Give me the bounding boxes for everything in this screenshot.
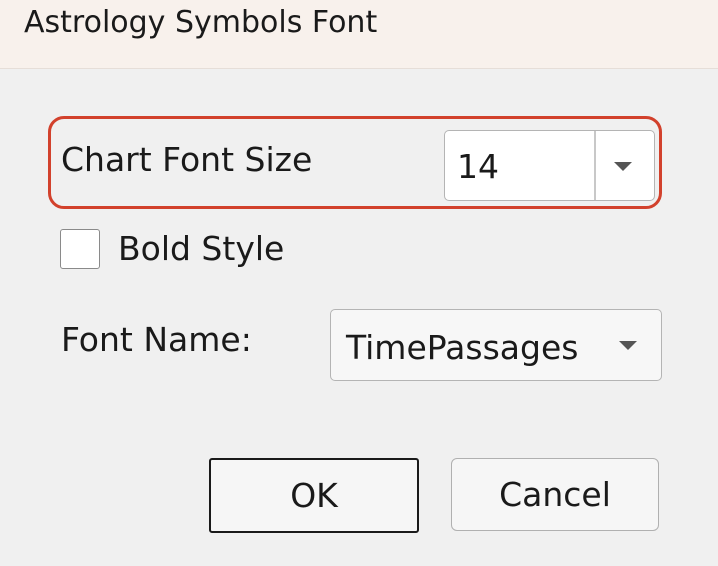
ok-button[interactable]: OK: [209, 458, 419, 533]
cancel-button-label: Cancel: [499, 475, 611, 514]
window-title: Astrology Symbols Font: [24, 5, 378, 40]
font-name-value: TimePassages: [346, 328, 579, 367]
font-name-label: Font Name:: [61, 320, 252, 359]
font-name-dropdown[interactable]: TimePassages: [330, 309, 662, 381]
dropdown-divider: [594, 131, 596, 200]
dialog-window: Astrology Symbols Font Chart Font Size 1…: [0, 0, 718, 566]
cancel-button[interactable]: Cancel: [451, 458, 659, 531]
chart-font-size-dropdown[interactable]: 14: [444, 130, 655, 201]
chart-font-size-value: 14: [457, 147, 499, 186]
bold-style-label[interactable]: Bold Style: [118, 229, 284, 268]
chevron-down-icon[interactable]: [619, 341, 637, 350]
chart-font-size-label: Chart Font Size: [61, 140, 313, 179]
chevron-down-icon[interactable]: [614, 162, 632, 171]
ok-button-label: OK: [290, 476, 338, 515]
title-bar: Astrology Symbols Font: [0, 0, 718, 69]
bold-style-checkbox[interactable]: [60, 229, 100, 269]
